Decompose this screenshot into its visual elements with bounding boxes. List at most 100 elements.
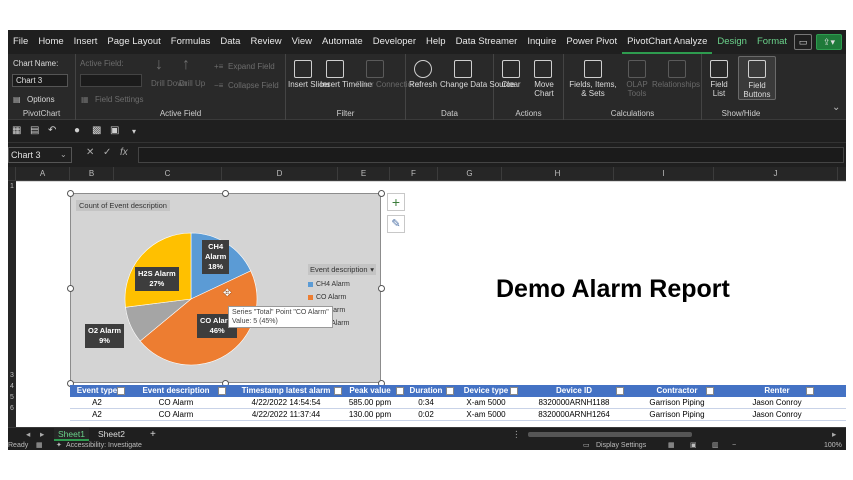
field-settings-button[interactable]: Field Settings	[95, 95, 143, 104]
column-header[interactable]: J	[714, 167, 838, 181]
table-cell[interactable]: Garrison Piping	[626, 397, 728, 409]
table-row[interactable]: A2 CO Alarm 4/22/2022 14:54:54 585.00 pp…	[70, 397, 846, 409]
menu-power-pivot[interactable]: Power Pivot	[561, 30, 622, 54]
select-all-corner[interactable]	[8, 167, 16, 181]
menu-data[interactable]: Data	[215, 30, 245, 54]
field-list-button[interactable]: Field List	[706, 80, 732, 98]
add-sheet-button[interactable]: +	[146, 428, 160, 441]
data-label-o2[interactable]: O2 Alarm 9%	[85, 324, 125, 348]
formula-input[interactable]	[138, 147, 844, 163]
table-cell[interactable]: Garrison Piping	[626, 409, 728, 421]
refresh-button[interactable]: Refresh	[406, 80, 440, 89]
chart-icon[interactable]: ▤	[30, 125, 39, 136]
menu-file[interactable]: File	[8, 30, 33, 54]
page-layout-view-icon[interactable]: ▣	[690, 441, 697, 450]
share-icon[interactable]: ⇪▾	[816, 34, 842, 50]
table-cell[interactable]: X-am 5000	[456, 409, 516, 421]
table-icon[interactable]: ▩	[92, 125, 101, 136]
menu-page-layout[interactable]: Page Layout	[102, 30, 165, 54]
menu-view[interactable]: View	[287, 30, 317, 54]
column-header[interactable]: C	[114, 167, 222, 181]
resize-handle[interactable]	[67, 285, 74, 292]
worksheet[interactable]: Demo Alarm Report Count of Event descrip…	[16, 181, 846, 427]
menu-help[interactable]: Help	[421, 30, 451, 54]
scroll-tabs-left-icon[interactable]: ◂	[22, 428, 34, 441]
macro-icon[interactable]: ▦	[36, 441, 43, 450]
expand-field-button[interactable]: Expand Field	[228, 62, 275, 71]
page-break-view-icon[interactable]: ▥	[712, 441, 719, 450]
table-cell[interactable]: 585.00 ppm	[344, 397, 396, 409]
zoom-out-icon[interactable]: −	[732, 441, 736, 450]
insert-slicer-button[interactable]: Insert Slicer	[288, 80, 330, 89]
insert-timeline-button[interactable]: Insert Timeline	[320, 80, 372, 89]
table-cell[interactable]: Jason Conroy	[718, 397, 836, 409]
name-box-dropdown-icon[interactable]: ⌄	[60, 150, 67, 159]
fx-icon[interactable]: fx	[120, 147, 128, 158]
scroll-tabs-right-icon[interactable]: ▸	[36, 428, 48, 441]
olap-tools-button[interactable]: OLAP Tools	[622, 80, 652, 98]
filter-connections-button[interactable]: Filter Connections	[356, 80, 420, 89]
filter-dropdown-icon[interactable]	[334, 387, 342, 395]
menu-design[interactable]: Design	[712, 30, 752, 54]
menu-home[interactable]: Home	[33, 30, 68, 54]
filter-dropdown-icon[interactable]	[510, 387, 518, 395]
table-cell[interactable]: A2	[70, 409, 124, 421]
table-cell[interactable]: 4/22/2022 14:54:54	[228, 397, 344, 409]
table-row[interactable]: A2 CO Alarm 4/22/2022 11:37:44 130.00 pp…	[70, 409, 846, 421]
field-buttons-button[interactable]: Field Buttons	[738, 56, 776, 100]
table-cell[interactable]: X-am 5000	[456, 397, 516, 409]
accessibility-status[interactable]: Accessibility: Investigate	[66, 441, 142, 450]
comments-icon[interactable]: ▭	[794, 34, 812, 50]
relationships-button[interactable]: Relationships	[652, 80, 700, 89]
filter-dropdown-icon[interactable]	[806, 387, 814, 395]
data-label-h2s[interactable]: H2S Alarm 27%	[135, 267, 179, 291]
data-label-ch4[interactable]: CH4 Alarm 18%	[202, 240, 230, 274]
horizontal-scrollbar[interactable]	[528, 432, 692, 437]
resize-handle[interactable]	[378, 190, 385, 197]
chart-name-input[interactable]: Chart 3	[12, 74, 68, 87]
normal-view-icon[interactable]: ▦	[668, 441, 675, 450]
column-header[interactable]: E	[338, 167, 390, 181]
menu-pivotchart-analyze[interactable]: PivotChart Analyze	[622, 30, 713, 54]
menu-data-streamer[interactable]: Data Streamer	[451, 30, 523, 54]
column-header[interactable]: D	[222, 167, 338, 181]
filter-dropdown-icon[interactable]	[218, 387, 226, 395]
legend-item[interactable]: CH4 Alarm	[308, 281, 380, 288]
fields-items-sets-button[interactable]: Fields, Items, & Sets	[566, 80, 620, 98]
legend-field-button[interactable]: Event description ▾	[308, 264, 376, 275]
column-header[interactable]: G	[438, 167, 502, 181]
row-header[interactable]: 5	[8, 394, 16, 401]
table-cell[interactable]: 0:34	[406, 397, 446, 409]
row-header[interactable]: 4	[8, 383, 16, 390]
drill-down-button[interactable]: Drill Down	[151, 79, 187, 88]
table-cell[interactable]: 8320000ARNH1188	[520, 397, 628, 409]
drill-up-button[interactable]: Drill Up	[179, 79, 205, 88]
record-icon[interactable]: ●	[74, 125, 80, 136]
more-options-icon[interactable]: ⋮	[508, 428, 525, 441]
collapse-field-button[interactable]: Collapse Field	[228, 81, 279, 90]
pivot-chart[interactable]: Count of Event description CH4 Alarm 18%…	[70, 193, 381, 383]
cancel-icon[interactable]: ✕	[86, 147, 94, 158]
undo-icon[interactable]: ↶	[48, 125, 56, 136]
legend-item[interactable]: CO Alarm	[308, 294, 380, 301]
column-header[interactable]: B	[70, 167, 114, 181]
table-cell[interactable]: Jason Conroy	[718, 409, 836, 421]
move-chart-button[interactable]: Move Chart	[530, 80, 558, 98]
scroll-right-icon[interactable]: ▸	[828, 428, 840, 441]
table-cell[interactable]: CO Alarm	[124, 409, 228, 421]
filter-dropdown-icon[interactable]	[616, 387, 624, 395]
menu-format[interactable]: Format	[752, 30, 792, 54]
filter-dropdown-icon[interactable]	[446, 387, 454, 395]
table-cell[interactable]: 130.00 ppm	[344, 409, 396, 421]
row-header[interactable]: 3	[8, 372, 16, 379]
table-cell[interactable]: 8320000ARNH1264	[520, 409, 628, 421]
filter-dropdown-icon[interactable]	[706, 387, 714, 395]
enter-icon[interactable]: ✓	[103, 147, 111, 158]
pivot-icon[interactable]: ▦	[12, 125, 21, 136]
zoom-level[interactable]: 100%	[824, 441, 842, 450]
menu-developer[interactable]: Developer	[368, 30, 421, 54]
column-header[interactable]: A	[16, 167, 70, 181]
filter-dropdown-icon[interactable]	[396, 387, 404, 395]
clear-button[interactable]: Clear	[498, 80, 524, 89]
chart-elements-icon[interactable]: +	[387, 193, 405, 211]
